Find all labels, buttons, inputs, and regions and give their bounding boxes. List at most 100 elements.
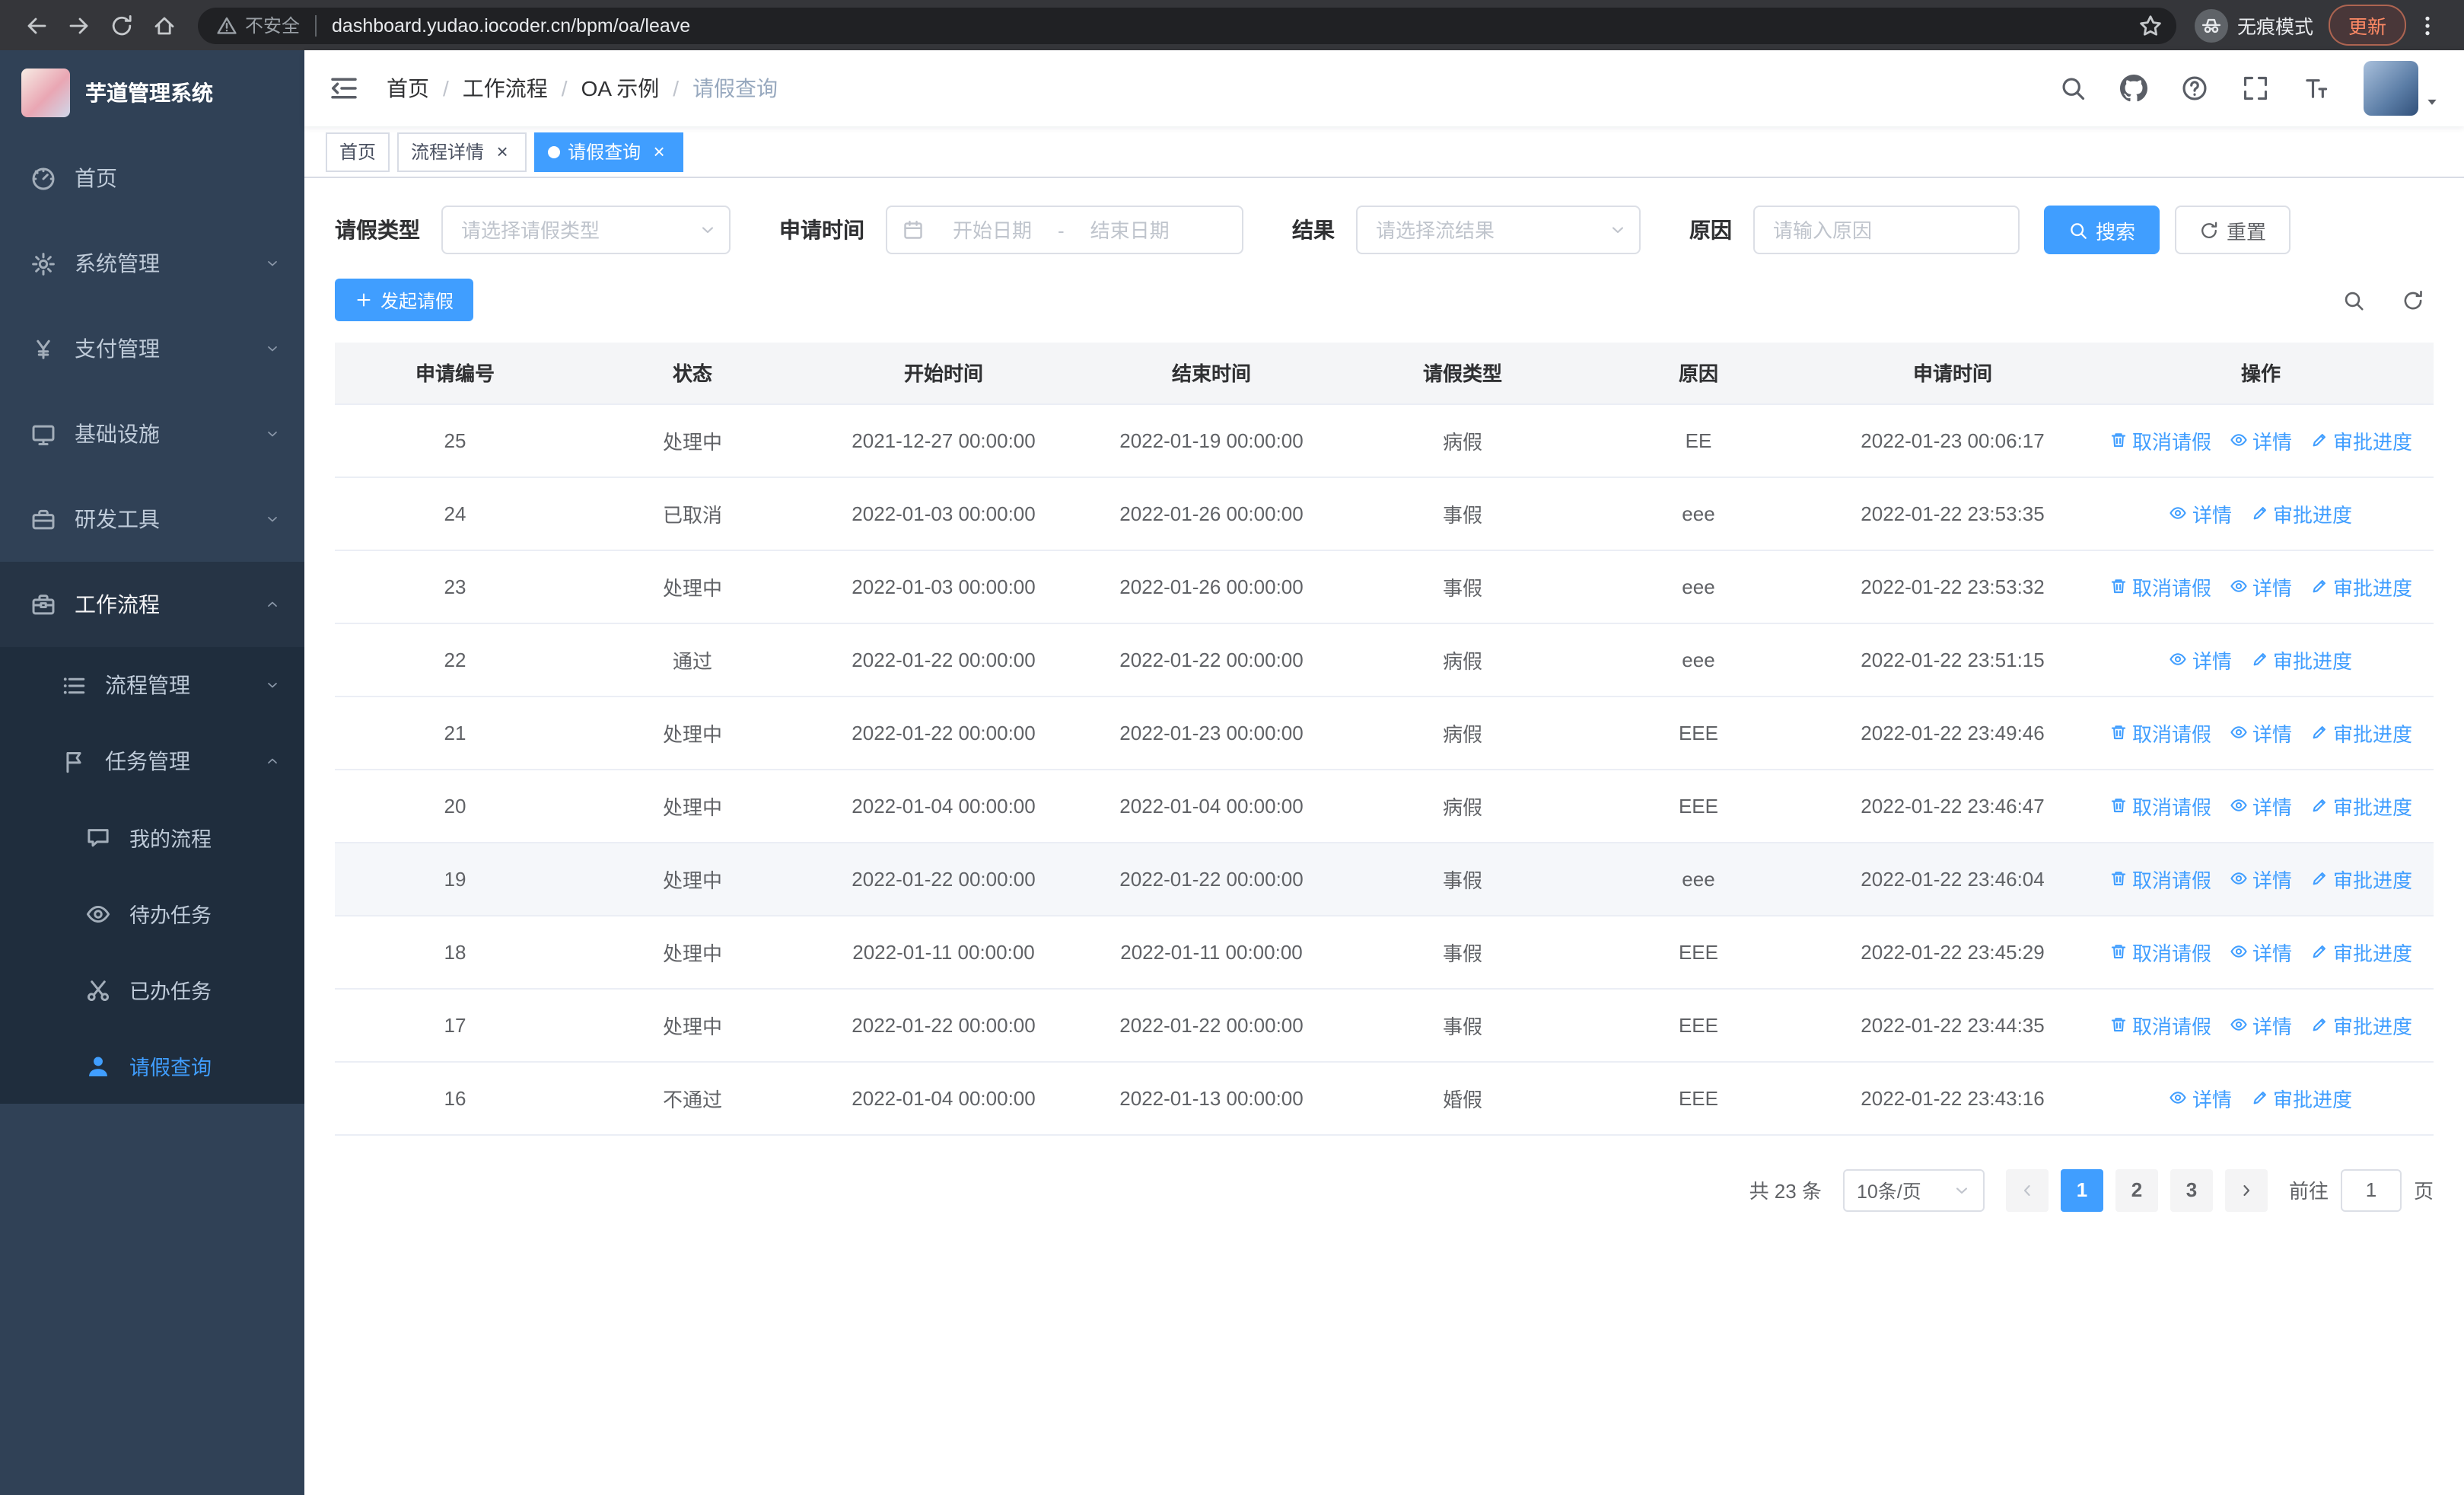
start-date-input[interactable] <box>930 217 1055 243</box>
reload-icon <box>110 13 134 37</box>
cell-apply-time: 2022-01-22 23:43:16 <box>1817 1061 2088 1135</box>
range-separator: - <box>1058 218 1065 241</box>
tab-close-icon[interactable]: × <box>648 141 670 162</box>
detail-link[interactable]: 详情 <box>2230 1010 2292 1039</box>
cancel-leave-link[interactable]: 取消请假 <box>2109 1010 2211 1039</box>
approval-progress-link[interactable]: 审批进度 <box>2310 718 2412 747</box>
tab-leave-query[interactable]: 请假查询 × <box>534 132 684 171</box>
sidebar-item-my-processes[interactable]: 我的流程 <box>0 799 304 875</box>
approval-progress-link[interactable]: 审批进度 <box>2250 1083 2352 1112</box>
tab-label: 请假查询 <box>568 142 641 163</box>
approval-progress-link[interactable]: 审批进度 <box>2310 864 2412 893</box>
breadcrumb-separator: / <box>443 76 449 100</box>
help-icon[interactable] <box>2181 75 2208 102</box>
sidebar-item-infrastructure[interactable]: 基础设施 <box>0 391 304 477</box>
cell-id: 23 <box>335 550 575 623</box>
next-page-button[interactable] <box>2224 1168 2268 1211</box>
home-button[interactable] <box>143 4 186 46</box>
cell-end-time: 2022-01-26 00:00:00 <box>1078 550 1345 623</box>
reload-button[interactable] <box>100 4 143 46</box>
sidebar-toggle-button[interactable] <box>329 73 359 104</box>
reset-button[interactable]: 重置 <box>2175 206 2291 254</box>
detail-link[interactable]: 详情 <box>2170 499 2232 528</box>
toggle-search-icon[interactable] <box>2342 288 2365 311</box>
sidebar-item-devtools[interactable]: 研发工具 <box>0 477 304 562</box>
end-date-input[interactable] <box>1067 217 1192 243</box>
back-button[interactable] <box>15 4 58 46</box>
approval-progress-link[interactable]: 审批进度 <box>2310 791 2412 820</box>
browser-menu-button[interactable] <box>2406 4 2449 46</box>
cancel-leave-link[interactable]: 取消请假 <box>2109 937 2211 966</box>
reset-button-label: 重置 <box>2227 220 2267 243</box>
sidebar-item-done-tasks[interactable]: 已办任务 <box>0 952 304 1028</box>
sidebar-item-label: 研发工具 <box>75 507 160 531</box>
update-button[interactable]: 更新 <box>2328 5 2406 46</box>
cancel-leave-link[interactable]: 取消请假 <box>2109 718 2211 747</box>
cancel-leave-link[interactable]: 取消请假 <box>2109 426 2211 454</box>
result-input[interactable] <box>1356 206 1641 254</box>
approval-progress-link[interactable]: 审批进度 <box>2310 937 2412 966</box>
fullscreen-icon[interactable] <box>2242 75 2269 102</box>
approval-progress-link[interactable]: 审批进度 <box>2310 426 2412 454</box>
sidebar-item-task-management[interactable]: 任务管理 <box>0 723 304 799</box>
sidebar-item-todo-tasks[interactable]: 待办任务 <box>0 875 304 952</box>
detail-link[interactable]: 详情 <box>2230 791 2292 820</box>
detail-link[interactable]: 详情 <box>2230 426 2292 454</box>
sidebar-item-workflow[interactable]: 工作流程 <box>0 562 304 647</box>
sidebar-item-leave-query[interactable]: 请假查询 <box>0 1028 304 1104</box>
goto-page-input[interactable] <box>2340 1168 2402 1211</box>
bookmark-star-button[interactable] <box>2131 5 2170 45</box>
refresh-table-icon[interactable] <box>2402 288 2424 311</box>
page-button-1[interactable]: 1 <box>2060 1168 2103 1211</box>
breadcrumb-item[interactable]: 工作流程 <box>463 73 548 104</box>
detail-link[interactable]: 详情 <box>2170 1083 2232 1112</box>
security-warning[interactable]: 不安全 <box>216 12 300 38</box>
sidebar-item-payment[interactable]: 支付管理 <box>0 306 304 391</box>
table-row-24: 24 已取消 2022-01-03 00:00:00 2022-01-26 00:00… <box>335 477 2434 550</box>
create-leave-button[interactable]: 发起请假 <box>335 279 474 321</box>
sidebar-item-process-management[interactable]: 流程管理 <box>0 647 304 723</box>
page-button-3[interactable]: 3 <box>2170 1168 2213 1211</box>
approval-progress-link[interactable]: 审批进度 <box>2310 572 2412 601</box>
result-select[interactable] <box>1356 206 1641 254</box>
breadcrumb-item[interactable]: 首页 <box>387 73 429 104</box>
detail-link[interactable]: 详情 <box>2230 864 2292 893</box>
cell-status: 处理中 <box>575 696 810 770</box>
detail-link[interactable]: 详情 <box>2230 937 2292 966</box>
search-button[interactable]: 搜索 <box>2044 206 2160 254</box>
tab-close-icon[interactable]: × <box>492 141 513 162</box>
prev-page-button[interactable] <box>2005 1168 2049 1211</box>
font-size-icon[interactable] <box>2303 75 2330 102</box>
page-size-input[interactable] <box>1842 1168 1985 1211</box>
tab-home[interactable]: 首页 <box>326 132 390 171</box>
detail-link[interactable]: 详情 <box>2170 645 2232 674</box>
approval-progress-link[interactable]: 审批进度 <box>2250 499 2352 528</box>
leave-type-input[interactable] <box>441 206 731 254</box>
url-text[interactable]: dashboard.yudao.iocoder.cn/bpm/oa/leave <box>332 14 2131 36</box>
detail-link[interactable]: 详情 <box>2230 572 2292 601</box>
sidebar-item-system[interactable]: 系统管理 <box>0 221 304 306</box>
header-search-icon[interactable] <box>2059 75 2087 102</box>
detail-link[interactable]: 详情 <box>2230 718 2292 747</box>
apply-time-range-picker[interactable]: - <box>886 206 1243 254</box>
cancel-leave-link[interactable]: 取消请假 <box>2109 864 2211 893</box>
leave-type-select[interactable] <box>441 206 731 254</box>
cancel-leave-link[interactable]: 取消请假 <box>2109 791 2211 820</box>
reason-input[interactable] <box>1753 206 2020 254</box>
approval-progress-link[interactable]: 审批进度 <box>2250 645 2352 674</box>
cancel-leave-link[interactable]: 取消请假 <box>2109 572 2211 601</box>
approval-progress-link[interactable]: 审批进度 <box>2310 1010 2412 1039</box>
cell-apply-time: 2022-01-23 00:06:17 <box>1817 403 2088 477</box>
page-button-2[interactable]: 2 <box>2115 1168 2158 1211</box>
table-tools <box>2342 288 2434 311</box>
user-menu[interactable] <box>2364 61 2440 116</box>
page-size-select[interactable] <box>1842 1168 1985 1211</box>
forward-button[interactable] <box>58 4 100 46</box>
divider <box>315 14 317 36</box>
github-icon[interactable] <box>2120 75 2147 102</box>
address-bar[interactable]: 不安全 dashboard.yudao.iocoder.cn/bpm/oa/le… <box>198 7 2176 43</box>
cell-apply-time: 2022-01-22 23:46:47 <box>1817 769 2088 843</box>
breadcrumb-item[interactable]: OA 示例 <box>581 73 660 104</box>
sidebar-item-home[interactable]: 首页 <box>0 135 304 221</box>
tab-process-detail[interactable]: 流程详情 × <box>397 132 527 171</box>
